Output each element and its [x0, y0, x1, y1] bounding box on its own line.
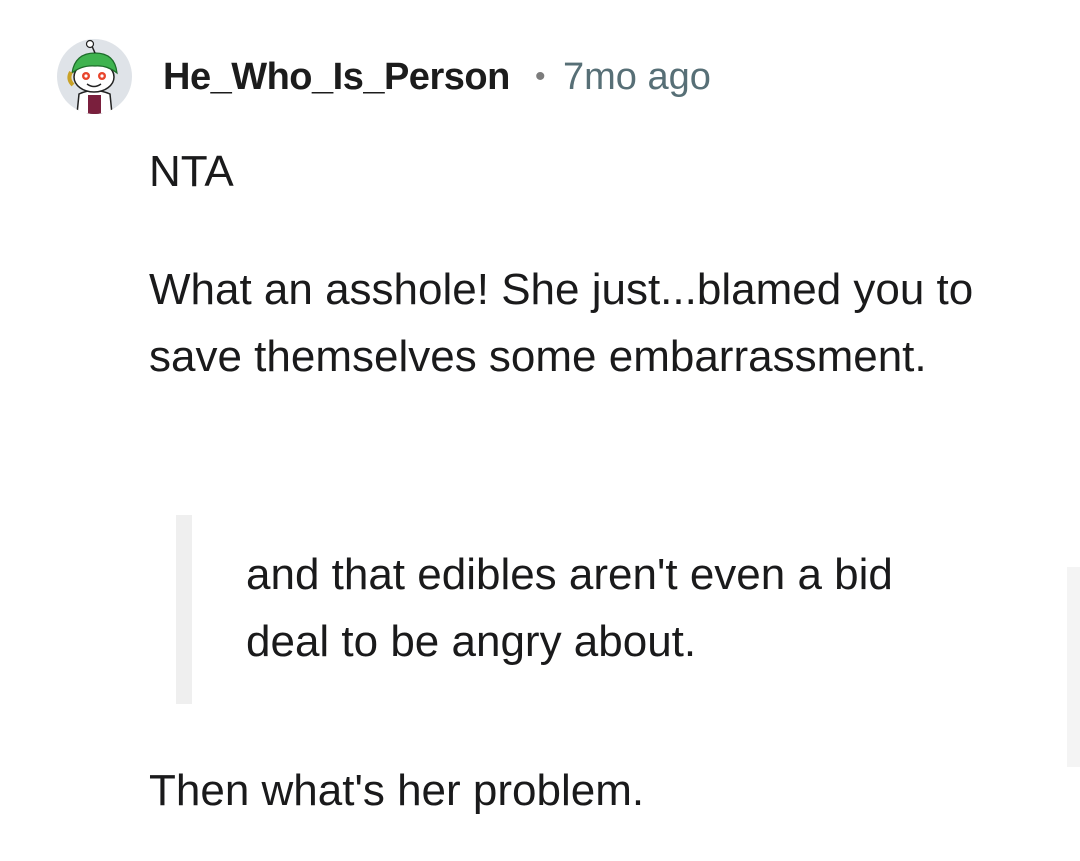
- user-avatar[interactable]: [57, 39, 132, 114]
- snoo-avatar-icon: [67, 39, 118, 114]
- scrollbar[interactable]: [1067, 567, 1080, 767]
- meta-separator: •: [535, 60, 546, 93]
- comment-paragraph-verdict: NTA: [149, 147, 234, 196]
- blockquote-text: and that edibles aren't even a bid deal …: [246, 550, 893, 666]
- comment-paragraph-closing: Then what's her problem.: [149, 766, 645, 815]
- comment-timestamp: 7mo ago: [563, 56, 711, 98]
- comment-paragraph-main: What an asshole! She just...blamed you t…: [149, 265, 974, 381]
- comment: He_Who_Is_Person • 7mo ago NTA What an a…: [0, 0, 1080, 861]
- comment-author[interactable]: He_Who_Is_Person: [163, 54, 510, 100]
- blockquote-bar: [176, 515, 192, 704]
